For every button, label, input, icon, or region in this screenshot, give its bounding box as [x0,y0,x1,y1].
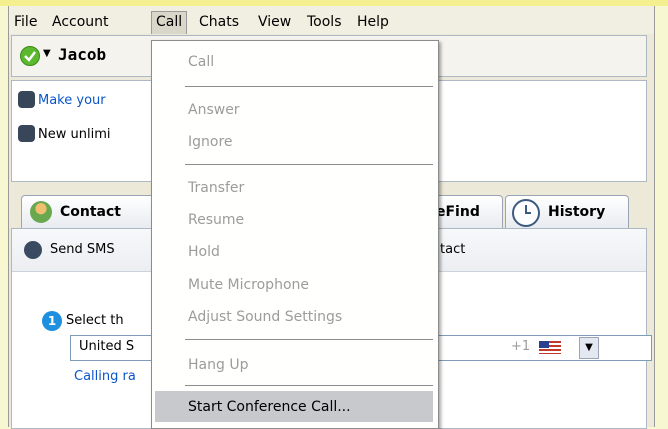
menu-item-hold[interactable]: Hold [188,242,220,262]
step-1-label: Select th [66,313,124,328]
profile-name[interactable]: Jacob [58,45,106,64]
menu-view[interactable]: View [258,12,291,32]
tab-contacts-label: Contact [60,204,121,220]
menu-call[interactable]: Call [151,11,188,34]
menu-item-start-conference-call[interactable]: Start Conference Call... [188,397,351,417]
menu-bar: File Account Call Chats View Tools Help [9,6,654,34]
calling-rates-link[interactable]: Calling ra [74,369,136,384]
step-1-badge-icon: 1 [42,311,62,331]
country-select-value: United S [79,339,135,354]
send-sms-icon [24,241,42,259]
skype-phone-icon [18,125,35,142]
clock-hands-icon [525,205,531,214]
tab-contacts[interactable]: Contact [21,195,158,228]
tab-history[interactable]: History [505,195,629,228]
menu-separator [185,164,433,165]
status-dropdown-arrow-icon[interactable]: ▼ [43,48,51,59]
menu-tools[interactable]: Tools [307,12,342,32]
menu-separator [185,385,433,386]
country-code: +1 [511,339,531,354]
flag-canton [539,341,549,348]
menu-item-transfer[interactable]: Transfer [188,178,244,198]
menu-item-mute-microphone[interactable]: Mute Microphone [188,275,309,295]
menu-item-adjust-sound-settings[interactable]: Adjust Sound Settings [188,307,342,327]
menu-item-ignore[interactable]: Ignore [188,132,233,152]
call-menu-dropdown: Call Answer Ignore Transfer Resume Hold … [151,40,439,429]
dropdown-arrow-button[interactable]: ▼ [579,337,599,359]
clock-icon [512,199,540,227]
menu-file[interactable]: File [14,12,37,32]
check-icon [24,51,36,62]
tab-skypefind[interactable]: eFind [431,195,503,228]
promo-link-1[interactable]: Make your [38,93,106,108]
menu-item-resume[interactable]: Resume [188,210,244,230]
us-flag-icon [539,341,561,354]
menu-separator [185,86,433,87]
menu-item-hang-up[interactable]: Hang Up [188,355,248,375]
tab-history-label: History [548,204,606,220]
menu-item-answer[interactable]: Answer [188,100,240,120]
send-sms-button[interactable]: Send SMS [50,242,115,257]
menu-help[interactable]: Help [357,12,389,32]
tab-skypefind-label: eFind [436,204,480,220]
promo-text-2[interactable]: New unlimi [38,127,110,142]
menu-item-call[interactable]: Call [188,52,214,72]
online-status-icon[interactable] [20,46,40,66]
menu-separator [185,339,433,340]
skype-phone-icon [18,91,35,108]
contacts-person-icon [30,201,52,223]
add-contact-button[interactable]: tact [440,242,465,257]
menu-chats[interactable]: Chats [199,12,239,32]
menu-account[interactable]: Account [52,12,109,32]
